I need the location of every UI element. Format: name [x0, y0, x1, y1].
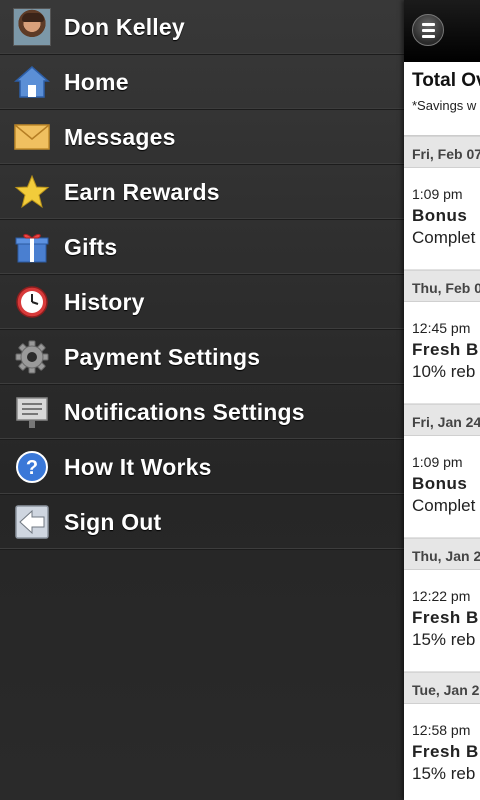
envelope-icon [14, 124, 50, 150]
entry-time: 1:09 pm [412, 186, 463, 202]
star-icon [14, 175, 50, 209]
hamburger-icon-bar [421, 28, 435, 32]
profile-row[interactable]: Don Kelley [0, 0, 404, 55]
menu-item-payment-settings[interactable]: Payment Settings [0, 330, 404, 385]
entry-time: 1:09 pm [412, 454, 463, 470]
profile-name: Don Kelley [64, 13, 185, 40]
menu-item-label: Sign Out [64, 508, 162, 535]
history-entry[interactable]: 12:22 pm Fresh B 15% reb [404, 570, 480, 672]
avatar [13, 8, 51, 46]
clock-icon-wrap [0, 275, 64, 330]
menu-item-label: Gifts [64, 233, 118, 260]
menu-item-label: How It Works [64, 453, 212, 480]
help-icon-wrap: ? [0, 440, 64, 495]
gear-icon-wrap [0, 330, 64, 385]
notification-board-icon-wrap [0, 385, 64, 440]
sign-out-arrow-icon [15, 505, 49, 539]
home-icon-wrap [0, 55, 64, 110]
date-header: Thu, Jan 2 [404, 538, 480, 570]
date-header: Fri, Feb 07 [404, 136, 480, 168]
entry-description: 10% reb [412, 362, 476, 381]
entry-description: 15% reb [412, 764, 476, 783]
history-entry[interactable]: 12:58 pm Fresh B 15% reb [404, 704, 480, 800]
entry-title: Fresh B [412, 340, 479, 359]
entry-title: Fresh B [412, 608, 479, 627]
menu-item-notifications-settings[interactable]: Notifications Settings [0, 385, 404, 440]
sign-out-icon-wrap [0, 495, 64, 550]
hamburger-icon [421, 22, 435, 26]
menu-item-earn-rewards[interactable]: Earn Rewards [0, 165, 404, 220]
entry-title: Fresh B [412, 742, 479, 761]
history-panel: Total Ov *Savings w Fri, Feb 07 1:09 pm … [404, 0, 480, 800]
app-header [404, 0, 480, 62]
clock-icon [16, 286, 48, 318]
menu-toggle-button[interactable] [412, 14, 444, 46]
menu-item-label: Messages [64, 123, 176, 150]
hamburger-icon-bar [421, 34, 435, 38]
menu-item-label: Home [64, 68, 129, 95]
avatar-wrap [0, 0, 64, 55]
svg-text:?: ? [26, 457, 38, 479]
entry-time: 12:58 pm [412, 722, 471, 738]
notification-board-icon [16, 397, 48, 428]
history-entry[interactable]: 1:09 pm Bonus Complet [404, 168, 480, 270]
menu-item-history[interactable]: History [0, 275, 404, 330]
history-entry[interactable]: 1:09 pm Bonus Complet [404, 436, 480, 538]
menu-item-label: Earn Rewards [64, 178, 220, 205]
date-header: Thu, Feb 0 [404, 270, 480, 302]
help-icon: ? [16, 451, 48, 483]
entry-description: Complet [412, 496, 476, 515]
gear-icon [15, 340, 49, 374]
menu-item-sign-out[interactable]: Sign Out [0, 495, 404, 550]
star-icon-wrap [0, 165, 64, 220]
total-title: Total Ov [412, 70, 480, 91]
menu-item-label: Notifications Settings [64, 398, 305, 425]
entry-title: Bonus [412, 206, 468, 225]
menu-item-gifts[interactable]: Gifts [0, 220, 404, 275]
date-header: Tue, Jan 2 [404, 672, 480, 704]
menu-item-how-it-works[interactable]: ? How It Works [0, 440, 404, 495]
entry-title: Bonus [412, 474, 468, 493]
entry-time: 12:22 pm [412, 588, 471, 604]
gift-icon-wrap [0, 220, 64, 275]
home-icon [14, 66, 50, 98]
menu-item-label: Payment Settings [64, 343, 261, 370]
entry-description: Complet [412, 228, 476, 247]
entry-time: 12:45 pm [412, 320, 471, 336]
total-savings-section: Total Ov *Savings w [404, 62, 480, 136]
history-entry[interactable]: 12:45 pm Fresh B 10% reb [404, 302, 480, 404]
savings-note: *Savings w [412, 98, 477, 113]
gift-icon [15, 233, 49, 263]
menu-item-messages[interactable]: Messages [0, 110, 404, 165]
navigation-drawer: Don Kelley Home Messages Earn Rewards Gi… [0, 0, 404, 800]
menu-item-label: History [64, 288, 145, 315]
envelope-icon-wrap [0, 110, 64, 165]
menu-item-home[interactable]: Home [0, 55, 404, 110]
date-header: Fri, Jan 24 [404, 404, 480, 436]
entry-description: 15% reb [412, 630, 476, 649]
